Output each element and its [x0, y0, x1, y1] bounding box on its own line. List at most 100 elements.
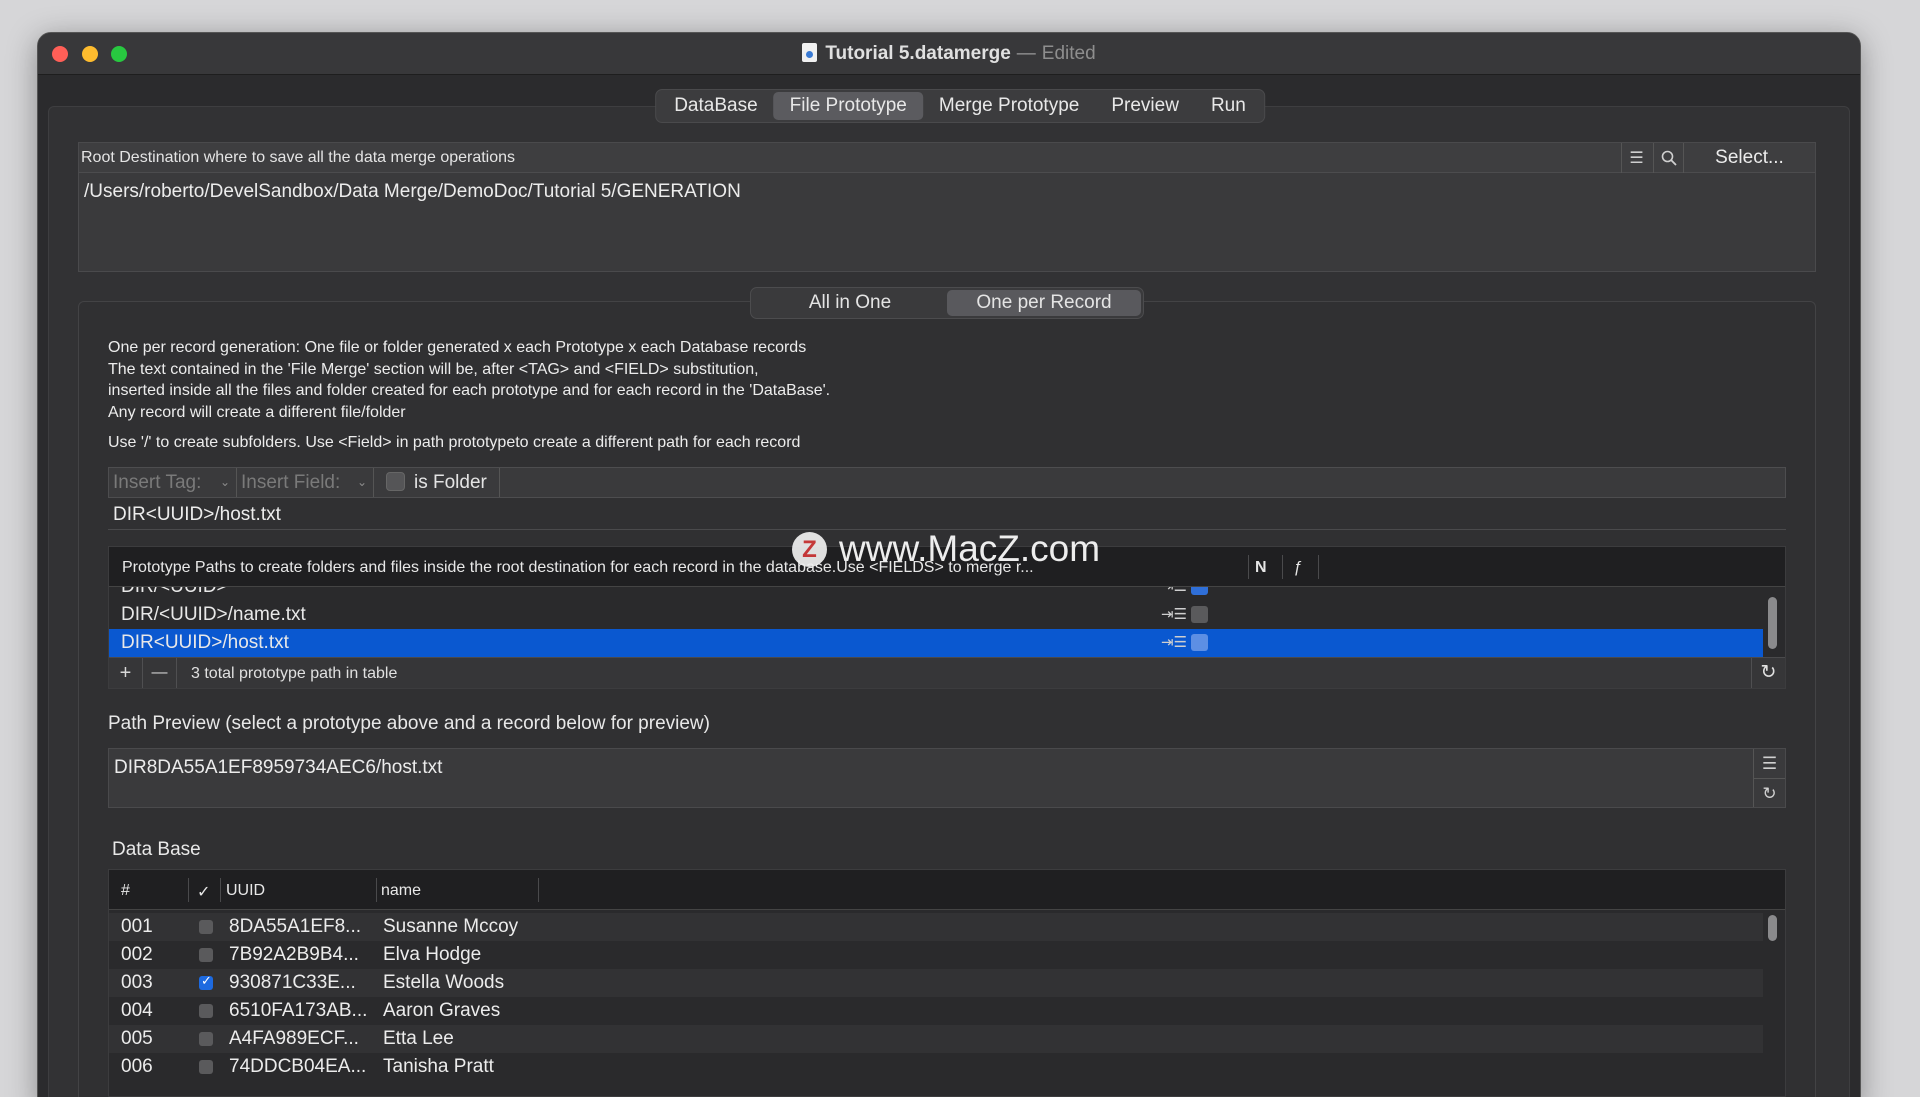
- search-icon[interactable]: [1653, 143, 1683, 173]
- is-folder-label: is Folder: [414, 472, 487, 493]
- remove-prototype-button[interactable]: —: [143, 658, 177, 688]
- insert-tag-label: Insert Tag:: [113, 472, 202, 493]
- table-row[interactable]: 005 A4FA989ECF... Etta Lee: [109, 1025, 1763, 1053]
- column-divider: [538, 878, 539, 902]
- root-destination-path[interactable]: /Users/roberto/DevelSandbox/Data Merge/D…: [84, 181, 741, 203]
- name-cell: Tanisha Pratt: [383, 1056, 494, 1077]
- function-checkbox[interactable]: [1191, 634, 1208, 651]
- generation-mode-control: All in One One per Record: [750, 287, 1144, 319]
- path-preview-box: DIR8DA55A1EF8959734AEC6/host.txt ☰ ↻: [108, 748, 1786, 808]
- prototype-path-cell: DIR/<UUID>/name.txt: [121, 604, 306, 625]
- name-cell: Estella Woods: [383, 972, 505, 993]
- column-divider: [220, 878, 221, 902]
- is-folder-option[interactable]: is Folder: [374, 468, 500, 497]
- prototype-rows: DIR/<UUID> ⇥☰ DIR/<UUID>/name.txt ⇥☰ DIR…: [109, 587, 1785, 657]
- mode-one-per-record[interactable]: One per Record: [947, 290, 1141, 316]
- root-destination-label: Root Destination where to save all the d…: [81, 149, 516, 166]
- table-row[interactable]: DIR/<UUID>/name.txt ⇥☰: [109, 601, 1763, 629]
- watermark-text: www.MacZ.com: [839, 528, 1101, 569]
- tab-preview[interactable]: Preview: [1095, 92, 1195, 120]
- tab-file-prototype[interactable]: File Prototype: [773, 92, 923, 120]
- row-checkbox[interactable]: [199, 948, 213, 962]
- refresh-icon[interactable]: ↻: [1753, 778, 1785, 807]
- mode-description: One per record generation: One file or f…: [108, 337, 830, 423]
- watermark-badge: Z: [792, 532, 827, 567]
- row-checkbox[interactable]: [199, 1060, 213, 1074]
- list-icon[interactable]: ☰: [1753, 749, 1785, 778]
- title-separator: —: [1016, 43, 1036, 64]
- row-checkbox[interactable]: [199, 1032, 213, 1046]
- root-destination-header: Root Destination where to save all the d…: [79, 143, 1815, 173]
- root-destination-panel: Root Destination where to save all the d…: [78, 142, 1816, 272]
- header-name[interactable]: name: [381, 882, 421, 900]
- name-cell: Etta Lee: [383, 1028, 454, 1049]
- row-checkbox-checked[interactable]: [199, 973, 213, 990]
- prototype-path-input[interactable]: DIR<UUID>/host.txt: [108, 500, 1786, 530]
- tab-merge-prototype[interactable]: Merge Prototype: [923, 92, 1095, 120]
- add-prototype-button[interactable]: +: [109, 658, 143, 688]
- chevron-down-icon: ⌄: [219, 475, 230, 489]
- function-checkbox[interactable]: [1191, 606, 1208, 623]
- prototype-scrollbar[interactable]: [1768, 597, 1777, 649]
- description-line: The text contained in the 'File Merge' s…: [108, 360, 759, 378]
- select-button[interactable]: Select...: [1683, 143, 1815, 173]
- tab-run[interactable]: Run: [1195, 92, 1262, 120]
- table-row[interactable]: 001 8DA55A1EF8... Susanne Mccoy: [109, 913, 1763, 941]
- row-number: 001: [121, 916, 153, 937]
- insert-tag-popup[interactable]: Insert Tag: ⌄: [109, 468, 237, 497]
- description-line: inserted inside all the files and folder…: [108, 382, 831, 399]
- edited-status: Edited: [1041, 43, 1096, 64]
- insert-field-popup[interactable]: Insert Field: ⌄: [237, 468, 374, 497]
- header-f[interactable]: ƒ: [1293, 559, 1302, 577]
- column-divider: [1282, 555, 1283, 579]
- database-table: # ✓ UUID name 001 8DA55A1EF8... Susanne …: [108, 869, 1786, 1097]
- description-line: One per record generation: One file or f…: [108, 339, 807, 356]
- header-check[interactable]: ✓: [197, 882, 210, 902]
- table-row[interactable]: 004 6510FA173AB... Aaron Graves: [109, 997, 1763, 1025]
- tab-database[interactable]: DataBase: [658, 92, 773, 120]
- table-row[interactable]: 002 7B92A2B9B4... Elva Hodge: [109, 941, 1763, 969]
- column-divider: [1318, 555, 1319, 579]
- uuid-cell: 6510FA173AB...: [229, 1000, 368, 1021]
- prototype-count: 3 total prototype path in table: [191, 665, 398, 682]
- name-cell: Susanne Mccoy: [383, 916, 519, 937]
- document-icon: [802, 43, 818, 62]
- header-number[interactable]: #: [121, 882, 130, 900]
- function-checkbox[interactable]: [1191, 587, 1208, 595]
- indent-list-icon: ⇥☰: [1161, 606, 1188, 623]
- insert-field-label: Insert Field:: [241, 472, 341, 493]
- table-row[interactable]: 006 74DDCB04EA... Tanisha Pratt: [109, 1053, 1763, 1081]
- row-number: 002: [121, 944, 153, 965]
- list-icon[interactable]: ☰: [1621, 143, 1651, 173]
- table-row-selected[interactable]: DIR<UUID>/host.txt ⇥☰: [109, 629, 1763, 657]
- row-checkbox[interactable]: [199, 920, 213, 934]
- is-folder-checkbox[interactable]: [386, 472, 405, 491]
- database-scrollbar[interactable]: [1768, 915, 1777, 941]
- uuid-cell: 930871C33E...: [229, 972, 356, 993]
- indent-list-icon: ⇥☰: [1161, 587, 1187, 595]
- row-number: 004: [121, 1000, 153, 1021]
- uuid-cell: 8DA55A1EF8...: [229, 916, 362, 937]
- uuid-cell: 7B92A2B9B4...: [229, 944, 359, 965]
- path-preview-label: Path Preview (select a prototype above a…: [108, 713, 710, 734]
- prototype-path-cell: DIR<UUID>/host.txt: [121, 632, 289, 653]
- refresh-icon[interactable]: ↻: [1751, 658, 1785, 688]
- row-checkbox[interactable]: [199, 1004, 213, 1018]
- uuid-cell: A4FA989ECF...: [229, 1028, 359, 1049]
- path-preview-value[interactable]: DIR8DA55A1EF8959734AEC6/host.txt: [114, 757, 442, 779]
- mode-all-in-one[interactable]: All in One: [753, 290, 947, 316]
- name-cell: Aaron Graves: [383, 1000, 501, 1021]
- tab-bar: DataBase File Prototype Merge Prototype …: [655, 89, 1265, 123]
- chevron-down-icon: ⌄: [356, 475, 367, 489]
- prototype-path-cell: DIR/<UUID>: [121, 587, 228, 598]
- row-number: 005: [121, 1028, 153, 1049]
- window-title: Tutorial 5.datamerge — Edited: [38, 43, 1860, 65]
- table-row[interactable]: 003 930871C33E... Estella Woods: [109, 969, 1763, 997]
- header-n[interactable]: N: [1255, 559, 1267, 577]
- name-cell: Elva Hodge: [383, 944, 482, 965]
- header-uuid[interactable]: UUID: [226, 882, 265, 900]
- document-name: Tutorial 5.datamerge: [825, 43, 1011, 64]
- prototype-table-footer: + — 3 total prototype path in table ↻: [109, 657, 1785, 688]
- path-toolbar: Insert Tag: ⌄ Insert Field: ⌄ is Folder: [108, 467, 1786, 498]
- table-row[interactable]: DIR/<UUID> ⇥☰: [109, 587, 1763, 601]
